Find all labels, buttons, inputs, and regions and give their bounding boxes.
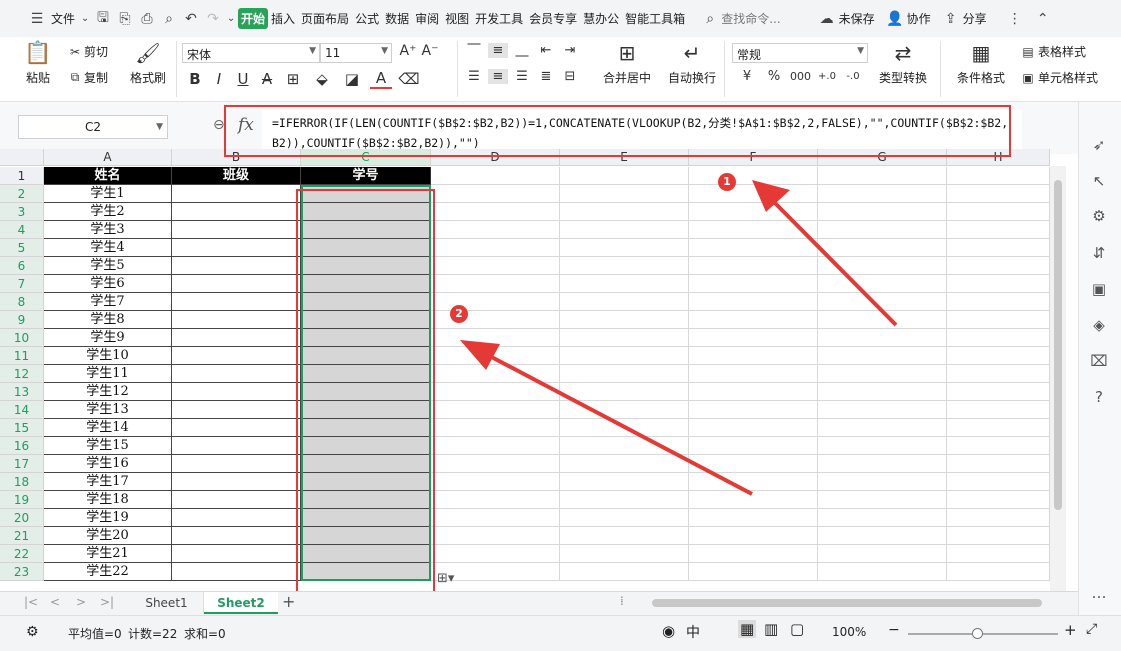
status-count: 计数=22 [128, 627, 178, 641]
last-sheet-icon[interactable]: >| [100, 595, 114, 609]
vertical-scroll-thumb[interactable] [1054, 180, 1062, 510]
normal-view-icon[interactable]: ▦ [738, 620, 757, 638]
status-average: 平均值=0 [68, 627, 122, 641]
ai-icon[interactable]: ◈ [1087, 316, 1111, 340]
sheet-tab-bar: |< < > >| Sheet1 Sheet2 + ⁞ [0, 591, 1078, 615]
zoom-slider-knob[interactable] [972, 628, 983, 639]
horizontal-scroll-thumb[interactable] [652, 599, 1042, 607]
property-icon[interactable]: ⇵ [1087, 244, 1111, 268]
prev-sheet-icon[interactable]: < [50, 595, 60, 609]
image-icon[interactable]: ▣ [1087, 280, 1111, 304]
next-sheet-icon[interactable]: > [76, 595, 86, 609]
split-handle-icon[interactable]: ⁞ [620, 594, 624, 608]
sheet-tab-sheet1[interactable]: Sheet1 [130, 592, 204, 614]
rocket-icon[interactable]: ➶ [1087, 136, 1111, 160]
language-icon[interactable]: 中 [686, 622, 700, 642]
zoom-slider[interactable] [908, 628, 1058, 639]
horizontal-scrollbar[interactable] [640, 596, 1060, 610]
status-bar: ⚙ 平均值=0 计数=22 求和=0 ◉ 中 ▦ ▥ ▢ 100% − + ⤢ [0, 615, 1121, 651]
zoom-out-icon[interactable]: − [888, 622, 900, 638]
add-sheet-icon[interactable]: + [282, 592, 295, 611]
page-break-view-icon[interactable]: ▢ [790, 620, 804, 638]
macro-icon[interactable]: ⚙ [26, 624, 39, 640]
arrow-1 [752, 180, 898, 327]
annotation-arrows [460, 180, 898, 496]
book-icon[interactable]: ⌧ [1087, 352, 1111, 376]
cursor-icon[interactable]: ↖ [1087, 172, 1111, 196]
right-side-panel: ➶ ↖ ⚙ ⇵ ▣ ◈ ⌧ ? … [1078, 102, 1121, 651]
more-panel-icon[interactable]: … [1087, 584, 1111, 608]
vertical-scrollbar[interactable] [1050, 166, 1066, 591]
quick-analysis-icon[interactable]: ⊞▾ [437, 571, 454, 586]
sheet-tab-sheet2[interactable]: Sheet2 [204, 592, 278, 614]
settings-sliders-icon[interactable]: ⚙ [1087, 207, 1111, 231]
help-icon[interactable]: ? [1087, 388, 1111, 412]
zoom-level[interactable]: 100% [832, 625, 866, 639]
fullscreen-icon[interactable]: ⤢ [1086, 621, 1097, 637]
status-sum: 求和=0 [184, 627, 226, 641]
spreadsheet-window: ☰ 文件 ⌄ 🖫 ⎘ ⎙ ⌕ ↶ ↷ ⌄ 开始 插入 页面布局 公式 数据 审阅… [0, 0, 1121, 651]
zoom-in-icon[interactable]: + [1064, 621, 1077, 639]
first-sheet-icon[interactable]: |< [24, 595, 38, 609]
eye-protection-icon[interactable]: ◉ [662, 622, 675, 640]
arrow-2 [460, 340, 753, 496]
page-layout-view-icon[interactable]: ▥ [764, 620, 778, 638]
